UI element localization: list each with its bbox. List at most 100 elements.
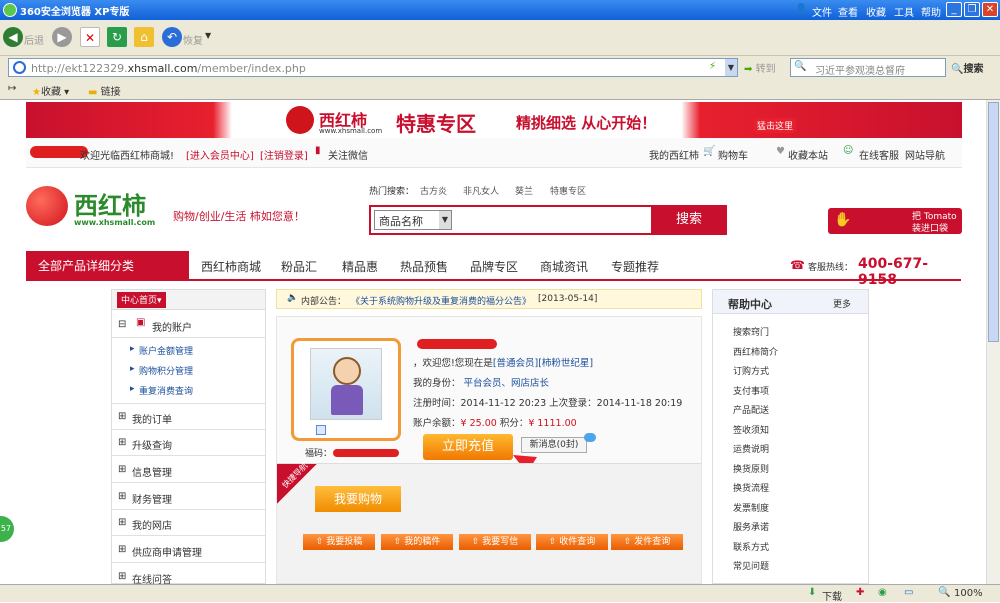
menu-favorites[interactable]: 收藏 xyxy=(866,4,886,19)
help-item[interactable]: 搜索窍门 xyxy=(733,325,769,338)
member-center-link[interactable]: [进入会员中心] xyxy=(186,147,254,162)
help-item[interactable]: 订购方式 xyxy=(733,364,769,377)
nav-item[interactable]: 商城资讯 xyxy=(540,258,588,275)
scrollbar-thumb[interactable] xyxy=(988,102,999,342)
menu-file[interactable]: 文件 xyxy=(812,4,832,19)
links-folder[interactable]: ▬ 链接 xyxy=(88,83,121,98)
help-item[interactable]: 服务承诺 xyxy=(733,520,769,533)
hot-keyword[interactable]: 非凡女人 xyxy=(463,184,499,197)
speed-icon[interactable]: ⚡ xyxy=(709,61,716,72)
hot-keyword[interactable]: 葵兰 xyxy=(515,184,533,197)
nav-item[interactable]: 粉品汇 xyxy=(281,258,317,275)
sidebar-group[interactable]: ⊞ 升级查询 xyxy=(112,430,265,456)
url-dropdown-icon[interactable]: ▼ xyxy=(725,59,737,76)
menu-help[interactable]: 帮助 xyxy=(921,4,941,19)
home-icon[interactable]: ⌂ xyxy=(134,27,154,47)
sidebar-sub-item[interactable]: ▸ 账户金额管理 xyxy=(112,340,265,360)
back-label[interactable]: 后退 xyxy=(24,32,44,47)
hot-keyword[interactable]: 古方炎 xyxy=(420,184,447,197)
menu-tools[interactable]: 工具 xyxy=(894,4,914,19)
refresh-icon[interactable]: ↻ xyxy=(107,27,127,47)
all-categories-button[interactable]: 全部产品详细分类 xyxy=(26,251,189,281)
search-category-select[interactable]: 商品名称 ▼ xyxy=(374,210,452,230)
nav-item[interactable]: 专题推荐 xyxy=(611,258,659,275)
undo-icon[interactable]: ↶ xyxy=(162,27,182,47)
site-search-button[interactable]: 搜索 xyxy=(651,207,727,233)
avatar-edit-icon[interactable] xyxy=(316,425,326,435)
web-search-button[interactable]: 🔍搜索 xyxy=(951,60,983,75)
security-icon[interactable]: ◉ xyxy=(878,587,887,598)
quick-button[interactable]: ⇧ 我的稿件 xyxy=(381,534,453,550)
help-item[interactable]: 换货原则 xyxy=(733,462,769,475)
member-level-link[interactable]: [普通会员][柿粉世纪星] xyxy=(493,358,593,369)
page-scrollbar[interactable] xyxy=(986,100,1000,584)
nav-item[interactable]: 西红柿商城 xyxy=(201,258,261,275)
help-item[interactable]: 支付事项 xyxy=(733,384,769,397)
help-item[interactable]: 签收须知 xyxy=(733,423,769,436)
hot-keyword[interactable]: 特惠专区 xyxy=(550,184,586,197)
help-item[interactable]: 运费说明 xyxy=(733,442,769,455)
floating-badge[interactable]: 57 xyxy=(0,516,14,542)
online-service-link[interactable]: 在线客服 xyxy=(859,147,899,162)
help-item[interactable]: 联系方式 xyxy=(733,540,769,553)
quick-button[interactable]: ⇧ 我要投稿 xyxy=(303,534,375,550)
recharge-button[interactable]: 立即充值 xyxy=(423,434,513,460)
nav-item[interactable]: 热品预售 xyxy=(400,258,448,275)
search-engine-icon[interactable]: 🔍 xyxy=(794,61,806,72)
go-button[interactable]: ➡ 转到 xyxy=(744,60,784,76)
restore-button[interactable]: ❐ xyxy=(964,2,980,17)
undo-dropdown-icon[interactable]: ▼ xyxy=(205,31,211,40)
help-item[interactable]: 发票制度 xyxy=(733,501,769,514)
sidebar-home-tab[interactable]: 中心首页▾ xyxy=(117,292,166,308)
screen-icon[interactable]: ▭ xyxy=(904,587,913,598)
web-search-input[interactable]: 🔍 习近平参观澳总督府 xyxy=(790,58,946,77)
help-item[interactable]: 换货流程 xyxy=(733,481,769,494)
banner-cta[interactable]: 猛击这里 xyxy=(754,118,797,133)
sidebar-sub-item[interactable]: ▸ 重复消费查询 xyxy=(112,380,265,404)
cart-link[interactable]: 购物车 xyxy=(718,147,748,162)
download-icon[interactable]: ⬇ xyxy=(808,587,816,598)
help-more-link[interactable]: 更多 xyxy=(833,297,851,310)
site-logo[interactable]: 西红柿 www.xhsmall.com xyxy=(26,180,171,230)
user-icon[interactable]: 👤 xyxy=(795,4,807,15)
shop-button[interactable]: 我要购物 xyxy=(315,486,401,512)
sidebar-group[interactable]: ⊞ 信息管理 xyxy=(112,457,265,483)
help-item[interactable]: 西红柿简介 xyxy=(733,345,778,358)
quick-button[interactable]: ⇧ 收件查询 xyxy=(536,534,608,550)
avatar[interactable] xyxy=(310,348,382,420)
nav-item[interactable]: 精品惠 xyxy=(342,258,378,275)
back-icon[interactable]: ◀ xyxy=(3,27,23,47)
sidebar-group[interactable]: ⊞ 我的订单 xyxy=(112,404,265,430)
zoom-icon[interactable]: 🔍 xyxy=(938,587,950,598)
tomato-bag-button[interactable]: ✋ 把 Tomato 装进口袋 xyxy=(828,208,962,234)
quick-button[interactable]: ⇧ 发件查询 xyxy=(611,534,683,550)
bookmark-link[interactable]: 收藏本站 xyxy=(788,147,828,162)
sidebar-group[interactable]: ⊞ 财务管理 xyxy=(112,484,265,510)
sidebar-group[interactable]: ⊞ 我的网店 xyxy=(112,510,265,536)
wechat-link[interactable]: 关注微信 xyxy=(328,147,368,162)
site-nav-link[interactable]: 网站导航 xyxy=(905,147,945,162)
promo-banner[interactable]: 西红柿 www.xhsmall.com 特惠专区 精挑细选 从心开始！ 猛击这里 xyxy=(26,102,962,138)
restore-label[interactable]: 恢复 xyxy=(183,32,203,47)
sidebar-group[interactable]: ⊞ 供应商申请管理 xyxy=(112,537,265,563)
favorites-menu[interactable]: ★收藏 ▾ xyxy=(32,83,69,98)
site-search-input[interactable] xyxy=(455,207,649,233)
minimize-button[interactable]: _ xyxy=(946,2,962,17)
sidebar-sub-item[interactable]: ▸ 购物积分管理 xyxy=(112,360,265,380)
url-input[interactable]: http://ekt122329.xhsmall.com/member/inde… xyxy=(8,58,738,77)
my-store-link[interactable]: 我的西红柿 xyxy=(649,147,699,162)
quick-button[interactable]: ⇧ 我要写信 xyxy=(459,534,531,550)
help-item[interactable]: 产品配送 xyxy=(733,403,769,416)
help-item[interactable]: 常见问题 xyxy=(733,559,769,572)
logout-link[interactable]: [注销登录] xyxy=(260,147,308,162)
sidebar-toggle-icon[interactable]: ↦ xyxy=(8,83,16,94)
forward-icon[interactable]: ▶ xyxy=(52,27,72,47)
nav-item[interactable]: 品牌专区 xyxy=(470,258,518,275)
menu-view[interactable]: 查看 xyxy=(838,4,858,19)
sidebar-group-account[interactable]: ⊟ ▣ 我的账户 xyxy=(112,312,265,338)
close-button[interactable]: ✕ xyxy=(982,2,998,17)
notice-link[interactable]: 《关于系统购物升级及重复消费的福分公告》 xyxy=(351,294,531,307)
download-label[interactable]: 下载 xyxy=(822,588,842,603)
status-plugin-icon[interactable]: ✚ xyxy=(856,587,864,598)
stop-icon[interactable]: ✕ xyxy=(80,27,100,47)
